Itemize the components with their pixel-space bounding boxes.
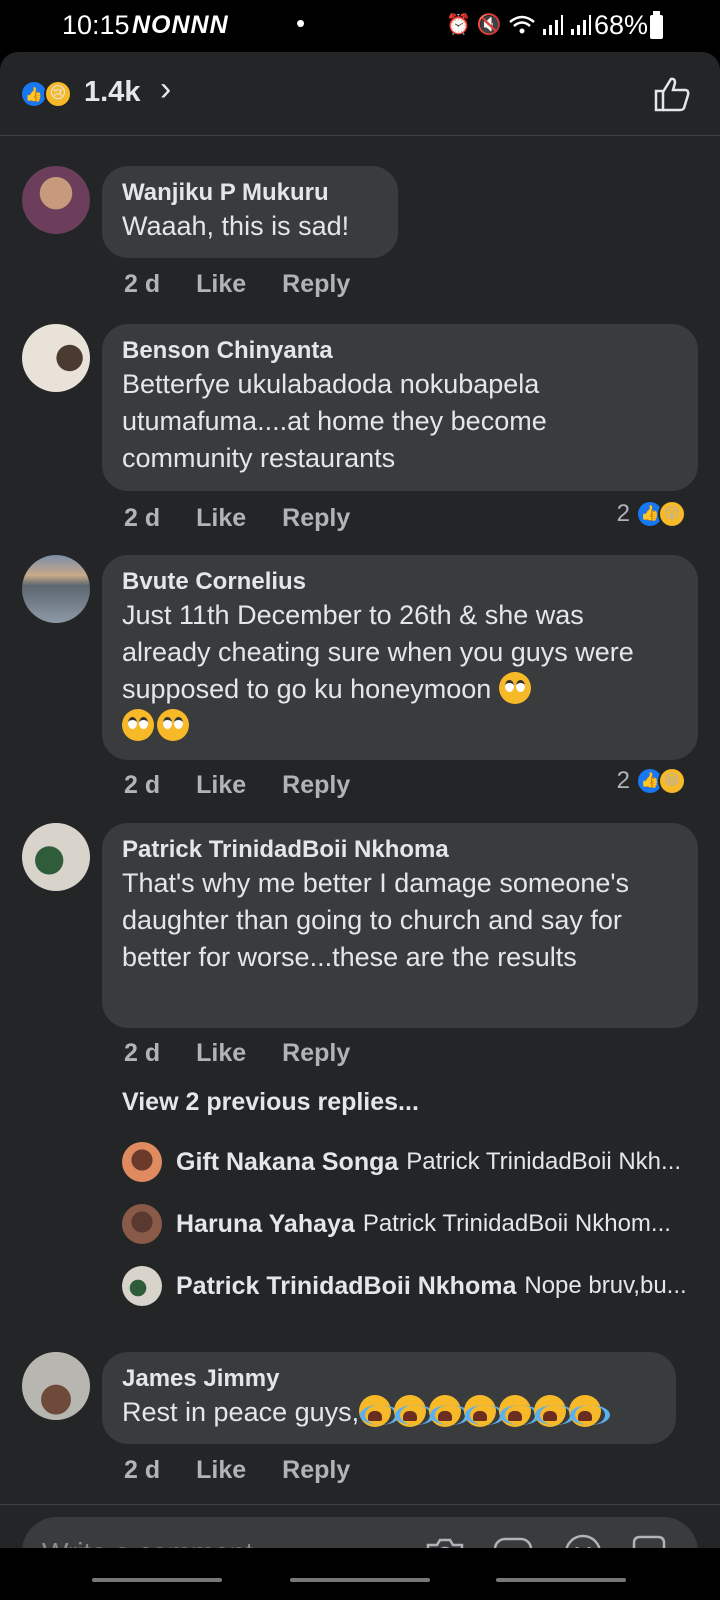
comment-time: 2 d: [124, 270, 161, 298]
comment-bubble[interactable]: James Jimmy Rest in peace guys,: [102, 1352, 676, 1444]
reply-author[interactable]: Gift Nakana Songa: [176, 1148, 398, 1177]
reply-button[interactable]: Reply: [282, 504, 350, 533]
comment-text-content: Rest in peace guys,: [122, 1397, 360, 1427]
comment-text-content: Just 11th December to 26th & she was alr…: [122, 600, 634, 704]
reaction-icons: 👍 😢: [20, 80, 78, 110]
reaction-count[interactable]: 1.4k: [84, 76, 140, 109]
avatar[interactable]: [122, 1266, 162, 1306]
comment-bubble[interactable]: Patrick TrinidadBoii Nkhoma That's why m…: [102, 823, 698, 1028]
avatar[interactable]: [22, 324, 90, 392]
crying-emoji: [464, 1395, 506, 1427]
comment-time: 2 d: [124, 1039, 161, 1067]
wifi-icon: [509, 15, 535, 33]
status-time: 10:15: [62, 10, 130, 40]
reaction-count: 2: [616, 767, 630, 794]
status-bar: 10:15 NONNN • ⏰ 🔇 68%: [0, 0, 720, 52]
system-nav-bar: [0, 1548, 720, 1600]
system-icons: ⏰ 🔇: [446, 12, 592, 37]
eye-roll-emoji: [498, 672, 531, 704]
chevron-right-icon[interactable]: ›: [160, 70, 171, 109]
reaction-summary[interactable]: 2 👍 😮: [617, 500, 686, 528]
reactions-header[interactable]: 👍 😢 1.4k ›: [0, 52, 720, 136]
like-button[interactable]: Like: [196, 1039, 246, 1068]
comment-actions: 2 d Like Reply: [124, 1456, 386, 1485]
comment-author[interactable]: Patrick TrinidadBoii Nkhoma: [122, 835, 678, 865]
signal-icon: [542, 14, 563, 35]
comment-text: Just 11th December to 26th & she was alr…: [122, 597, 678, 745]
crying-emoji: [499, 1395, 541, 1427]
reply-item[interactable]: Haruna Yahaya Patrick TrinidadBoii Nkhom…: [122, 1203, 702, 1245]
crying-emoji: [429, 1395, 471, 1427]
comments-panel: 👍 😢 1.4k › Wanjiku P Mukuru Waaah, this …: [0, 52, 720, 1600]
like-button[interactable]: Like: [196, 1456, 246, 1485]
reply-item[interactable]: Patrick TrinidadBoii Nkhoma Nope bruv,bu…: [122, 1265, 702, 1307]
crying-emoji: [534, 1395, 576, 1427]
like-button[interactable]: Like: [196, 504, 246, 533]
reply-text: Patrick TrinidadBoii Nkh...: [406, 1148, 682, 1175]
comment-time: 2 d: [124, 504, 161, 532]
alarm-icon: ⏰: [446, 14, 471, 36]
like-button[interactable]: Like: [196, 771, 246, 800]
thumbs-up-icon[interactable]: [652, 74, 692, 114]
avatar[interactable]: [22, 823, 90, 891]
sad-face-icon: 😢: [44, 80, 72, 108]
mute-icon: 🔇: [476, 14, 502, 36]
avatar[interactable]: [22, 166, 90, 234]
comment-text: Betterfye ukulabadoda nokubapela utumafu…: [122, 369, 547, 473]
comment-text: Waaah, this is sad!: [122, 211, 350, 241]
comment-actions: 2 d Like Reply: [124, 1039, 386, 1068]
reply-text: Nope bruv,bu...: [524, 1272, 687, 1299]
comment-author[interactable]: Benson Chinyanta: [122, 336, 678, 366]
wow-icon: 😮: [658, 500, 686, 528]
reply-button[interactable]: Reply: [282, 1039, 350, 1068]
battery-percent: 68%: [594, 10, 649, 40]
comment-author[interactable]: James Jimmy: [122, 1364, 656, 1394]
reaction-summary[interactable]: 2 👍 😆: [617, 767, 686, 795]
haha-icon: 😆: [658, 767, 686, 795]
comment-author[interactable]: Wanjiku P Mukuru: [122, 178, 378, 208]
reply-button[interactable]: Reply: [282, 771, 350, 800]
avatar[interactable]: [22, 555, 90, 623]
signal-icon-2: [570, 14, 591, 35]
crying-emoji: [569, 1395, 611, 1427]
reply-button[interactable]: Reply: [282, 270, 350, 299]
reply-text: Patrick TrinidadBoii Nkhom...: [362, 1210, 671, 1237]
comment-time: 2 d: [124, 1456, 161, 1484]
avatar[interactable]: [122, 1142, 162, 1182]
comment-actions: 2 d Like Reply: [124, 270, 386, 299]
nav-home[interactable]: [290, 1578, 430, 1582]
battery-icon: [650, 11, 663, 39]
reply-button[interactable]: Reply: [282, 1456, 350, 1485]
avatar[interactable]: [22, 1352, 90, 1420]
avatar[interactable]: [122, 1204, 162, 1244]
comment-bubble[interactable]: Wanjiku P Mukuru Waaah, this is sad!: [102, 166, 398, 258]
reply-author[interactable]: Haruna Yahaya: [176, 1210, 355, 1239]
nav-recents[interactable]: [92, 1578, 222, 1582]
comment-actions: 2 d Like Reply: [124, 771, 386, 800]
comment-actions: 2 d Like Reply: [124, 504, 386, 533]
reply-item[interactable]: Gift Nakana Songa Patrick TrinidadBoii N…: [122, 1141, 702, 1183]
comment-bubble[interactable]: Bvute Cornelius Just 11th December to 26…: [102, 555, 698, 760]
reaction-count: 2: [616, 500, 630, 527]
eye-roll-emoji: [122, 709, 154, 741]
notification-dot: •: [296, 8, 306, 38]
comment-time: 2 d: [124, 771, 161, 799]
reply-author[interactable]: Patrick TrinidadBoii Nkhoma: [176, 1272, 516, 1301]
crying-emoji: [359, 1395, 401, 1427]
eye-roll-emoji: [157, 709, 189, 741]
comment-text: Rest in peace guys,: [122, 1394, 656, 1431]
crying-emoji: [394, 1395, 436, 1427]
comment-author[interactable]: Bvute Cornelius: [122, 567, 678, 597]
like-button[interactable]: Like: [196, 270, 246, 299]
view-previous-replies[interactable]: View 2 previous replies...: [122, 1088, 419, 1117]
comment-bubble[interactable]: Benson Chinyanta Betterfye ukulabadoda n…: [102, 324, 698, 491]
nav-back[interactable]: [496, 1578, 626, 1582]
comment-text: That's why me better I damage someone's …: [122, 868, 630, 972]
notification-icons: NONNN: [132, 11, 229, 39]
